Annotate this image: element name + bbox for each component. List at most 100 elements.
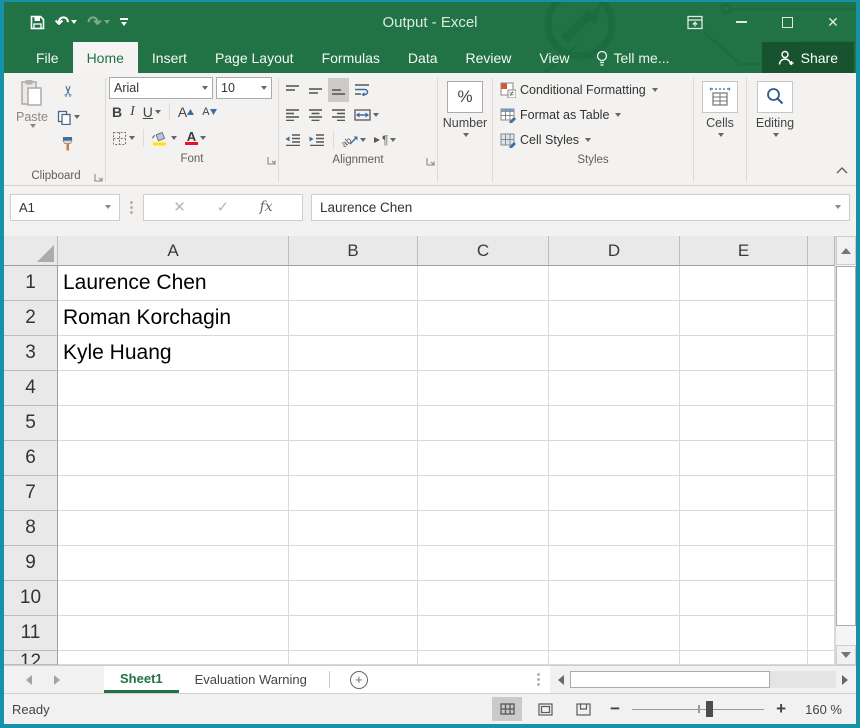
cell-B5[interactable] xyxy=(289,406,418,441)
cell-E9[interactable] xyxy=(680,546,808,581)
cell-F8[interactable] xyxy=(808,511,835,546)
tab-view[interactable]: View xyxy=(525,42,583,73)
cell-D1[interactable] xyxy=(549,266,680,301)
cancel-entry-icon[interactable]: ✕ xyxy=(173,198,186,216)
row-header-10[interactable]: 10 xyxy=(4,581,58,616)
tell-me-box[interactable]: Tell me... xyxy=(584,42,682,73)
cell-F3[interactable] xyxy=(808,336,835,371)
top-align-button[interactable] xyxy=(282,78,303,102)
row-header-4[interactable]: 4 xyxy=(4,371,58,406)
cell-B1[interactable] xyxy=(289,266,418,301)
cell-A11[interactable] xyxy=(58,616,289,651)
page-layout-view-button[interactable] xyxy=(530,697,560,721)
cell-C6[interactable] xyxy=(418,441,549,476)
cell-E3[interactable] xyxy=(680,336,808,371)
cell-A7[interactable] xyxy=(58,476,289,511)
cell-D3[interactable] xyxy=(549,336,680,371)
cell-C1[interactable] xyxy=(418,266,549,301)
cell-A9[interactable] xyxy=(58,546,289,581)
cell-A3[interactable]: Kyle Huang xyxy=(58,336,289,371)
row-header-8[interactable]: 8 xyxy=(4,511,58,546)
cells-button[interactable]: Cells xyxy=(697,77,743,139)
cell-D5[interactable] xyxy=(549,406,680,441)
cell-C11[interactable] xyxy=(418,616,549,651)
scroll-up-button[interactable] xyxy=(836,236,856,265)
cell-A10[interactable] xyxy=(58,581,289,616)
decrease-font-size-button[interactable]: A xyxy=(199,100,219,124)
cell-A6[interactable] xyxy=(58,441,289,476)
cell-E11[interactable] xyxy=(680,616,808,651)
cell-A5[interactable] xyxy=(58,406,289,441)
cell-A8[interactable] xyxy=(58,511,289,546)
cell-C5[interactable] xyxy=(418,406,549,441)
borders-button[interactable] xyxy=(109,126,138,150)
sheet-tab-evaluation-warning[interactable]: Evaluation Warning xyxy=(179,666,323,693)
cell-B12[interactable] xyxy=(289,651,418,665)
format-painter-button[interactable] xyxy=(54,131,83,155)
font-dialog-launcher[interactable] xyxy=(267,156,276,165)
cell-D10[interactable] xyxy=(549,581,680,616)
alignment-dialog-launcher[interactable] xyxy=(426,157,435,166)
cell-D8[interactable] xyxy=(549,511,680,546)
column-header-A[interactable]: A xyxy=(58,236,289,266)
cell-E10[interactable] xyxy=(680,581,808,616)
page-break-preview-button[interactable] xyxy=(568,697,598,721)
cell-B7[interactable] xyxy=(289,476,418,511)
align-center-button[interactable] xyxy=(305,103,326,127)
cell-B6[interactable] xyxy=(289,441,418,476)
redo-button[interactable]: ↷ xyxy=(87,14,109,31)
middle-align-button[interactable] xyxy=(305,78,326,102)
cell-B11[interactable] xyxy=(289,616,418,651)
align-right-button[interactable] xyxy=(328,103,349,127)
zoom-out-button[interactable]: − xyxy=(606,699,624,719)
cell-F1[interactable] xyxy=(808,266,835,301)
customize-qat-button[interactable] xyxy=(120,18,128,26)
cell-D6[interactable] xyxy=(549,441,680,476)
cell-E1[interactable] xyxy=(680,266,808,301)
normal-view-button[interactable] xyxy=(492,697,522,721)
align-left-button[interactable] xyxy=(282,103,303,127)
tab-insert[interactable]: Insert xyxy=(138,42,201,73)
cell-D12[interactable] xyxy=(549,651,680,665)
cell-B8[interactable] xyxy=(289,511,418,546)
cell-F12[interactable] xyxy=(808,651,835,665)
cell-E4[interactable] xyxy=(680,371,808,406)
vertical-scrollbar[interactable] xyxy=(835,236,856,665)
minimize-button[interactable] xyxy=(718,2,764,42)
tab-review[interactable]: Review xyxy=(452,42,526,73)
tab-file[interactable]: File xyxy=(22,42,73,73)
cell-B10[interactable] xyxy=(289,581,418,616)
cell-D4[interactable] xyxy=(549,371,680,406)
cell-C4[interactable] xyxy=(418,371,549,406)
row-header-1[interactable]: 1 xyxy=(4,266,58,301)
cell-B4[interactable] xyxy=(289,371,418,406)
zoom-slider[interactable] xyxy=(632,700,764,718)
fill-color-button[interactable] xyxy=(149,126,180,150)
clipboard-dialog-launcher[interactable] xyxy=(94,173,103,182)
cell-F4[interactable] xyxy=(808,371,835,406)
number-format-button[interactable]: % Number xyxy=(441,77,489,139)
increase-indent-button[interactable] xyxy=(306,128,328,152)
cell-E6[interactable] xyxy=(680,441,808,476)
conditional-formatting-button[interactable]: ≠ Conditional Formatting xyxy=(500,77,690,102)
cell-D7[interactable] xyxy=(549,476,680,511)
sheet-tab-sheet1[interactable]: Sheet1 xyxy=(104,666,179,693)
horizontal-scrollbar-thumb[interactable] xyxy=(570,671,770,688)
ribbon-display-options-button[interactable] xyxy=(672,2,718,42)
confirm-entry-icon[interactable]: ✓ xyxy=(216,198,229,216)
font-name-select[interactable]: Arial xyxy=(109,77,213,99)
column-header-D[interactable]: D xyxy=(549,236,680,266)
cell-E12[interactable] xyxy=(680,651,808,665)
undo-button[interactable]: ↶ xyxy=(55,14,77,31)
editing-button[interactable]: Editing xyxy=(750,77,800,139)
share-button[interactable]: Share xyxy=(762,42,854,73)
text-direction-button[interactable]: ¶ xyxy=(371,128,399,152)
bold-button[interactable]: B xyxy=(109,100,125,124)
cell-E7[interactable] xyxy=(680,476,808,511)
paste-button[interactable]: Paste xyxy=(10,77,54,168)
cell-C9[interactable] xyxy=(418,546,549,581)
cell-F5[interactable] xyxy=(808,406,835,441)
cell-A1[interactable]: Laurence Chen xyxy=(58,266,289,301)
tab-data[interactable]: Data xyxy=(394,42,452,73)
cell-D9[interactable] xyxy=(549,546,680,581)
